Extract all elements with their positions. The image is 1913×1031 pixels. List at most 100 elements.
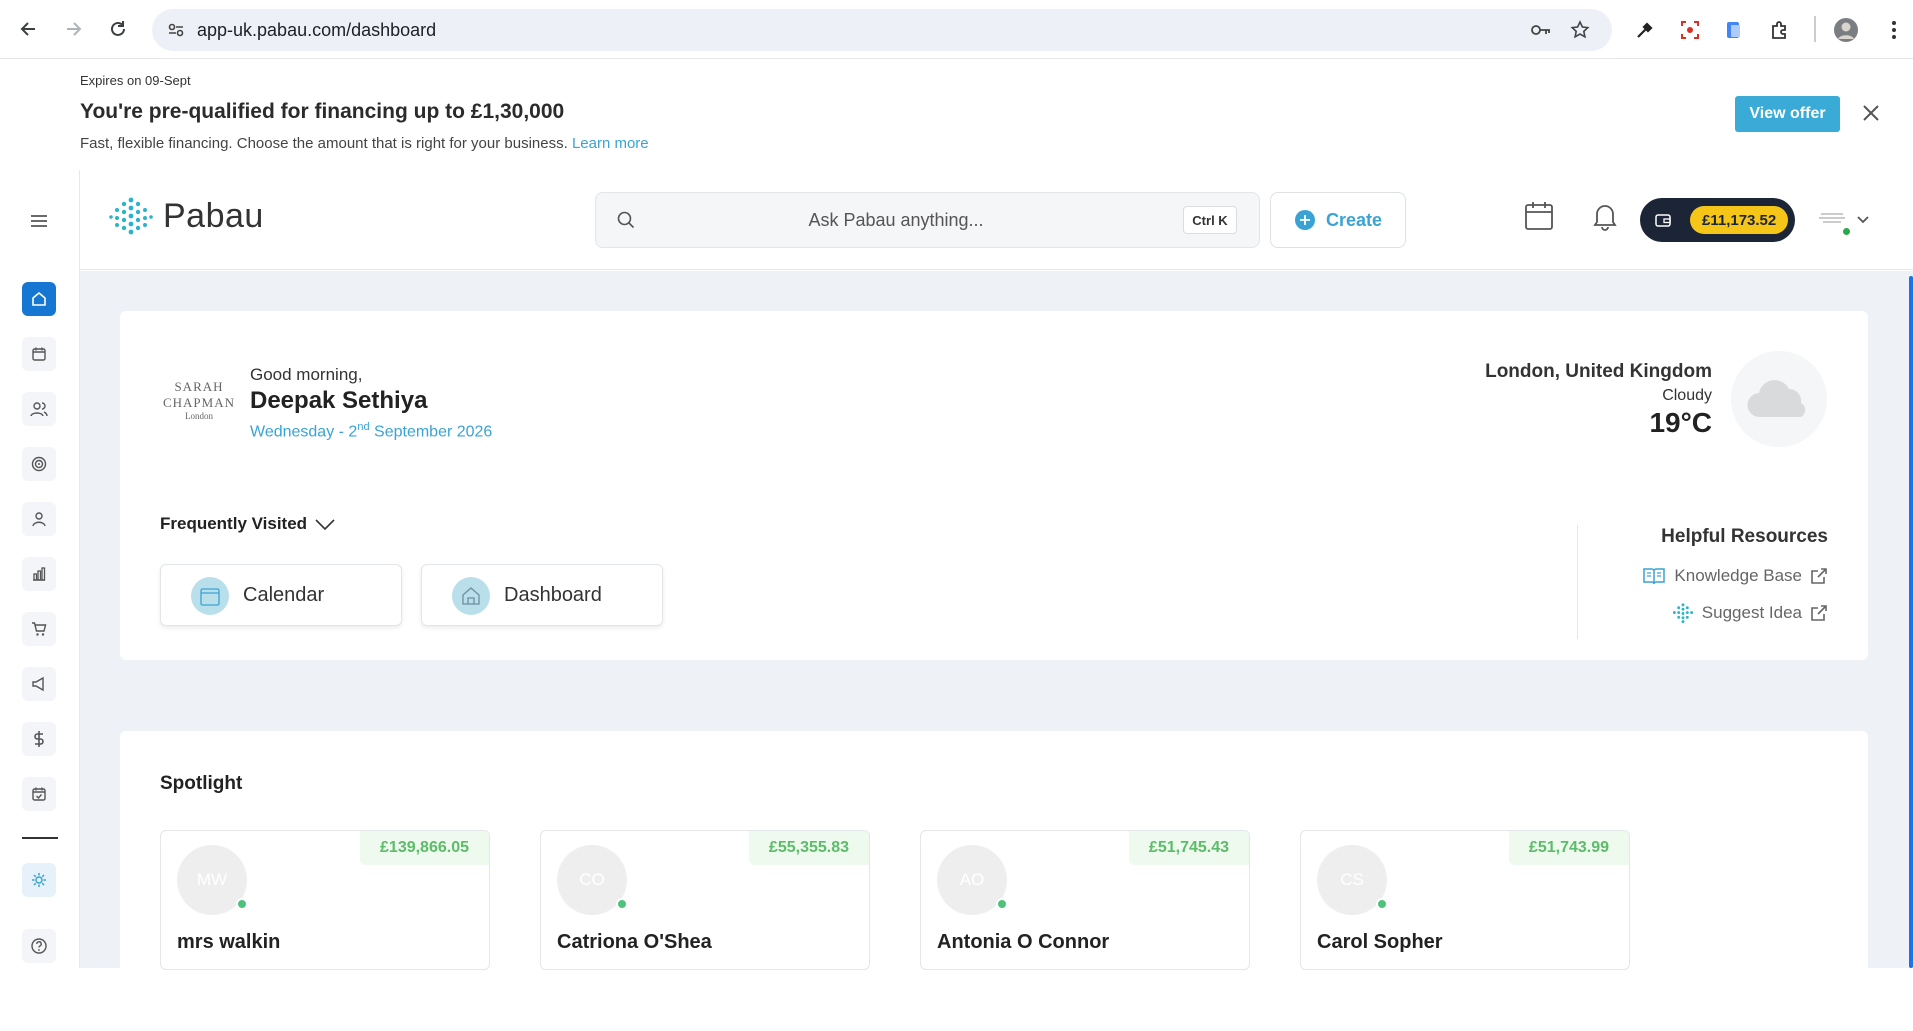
welcome-card: SARAH CHAPMAN London Good morning, Deepa…	[120, 311, 1868, 660]
sidebar-item-finance[interactable]	[22, 722, 56, 756]
forward-icon[interactable]	[58, 14, 88, 44]
pabau-logo-icon	[1672, 603, 1693, 624]
chevron-down-icon[interactable]	[1856, 212, 1870, 230]
sidebar-item-marketing[interactable]	[22, 667, 56, 701]
online-status-dot	[1376, 898, 1388, 910]
current-date: Wednesday - 2nd September 2026	[250, 421, 493, 441]
client-spend-badge: £55,355.83	[748, 831, 869, 865]
sidebar-nav	[0, 170, 80, 968]
sidebar-item-bookings[interactable]	[22, 777, 56, 811]
reload-icon[interactable]	[103, 14, 133, 44]
dollar-icon	[34, 731, 44, 747]
search-shortcut-badge: Ctrl K	[1183, 206, 1237, 234]
profile-avatar-icon[interactable]	[1833, 17, 1859, 43]
site-settings-icon[interactable]	[166, 20, 186, 40]
sidebar-item-home[interactable]	[22, 282, 56, 316]
spotlight-client-card[interactable]: £139,866.05 MW mrs walkin	[160, 830, 490, 970]
spotlight-client-card[interactable]: £55,355.83 CO Catriona O'Shea	[540, 830, 870, 970]
weather-condition: Cloudy	[1662, 387, 1712, 404]
search-icon	[616, 210, 636, 235]
user-icon	[32, 512, 46, 527]
password-key-icon[interactable]	[1530, 20, 1550, 40]
global-search[interactable]: Ctrl K	[595, 192, 1260, 248]
suggest-idea-link[interactable]: Suggest Idea	[1672, 602, 1828, 624]
spotlight-client-card[interactable]: £51,743.99 CS Carol Sopher	[1300, 830, 1630, 970]
screen-capture-icon[interactable]	[1677, 17, 1703, 43]
home-icon	[452, 577, 490, 615]
sidebar-item-calendar[interactable]	[22, 337, 56, 371]
learn-more-link[interactable]: Learn more	[572, 135, 649, 152]
weather-temperature: 19°C	[1649, 407, 1712, 438]
cart-icon	[32, 622, 47, 636]
sidebar-item-store[interactable]	[22, 612, 56, 646]
offer-expiry: Expires on 09-Sept	[80, 73, 191, 88]
client-name: Antonia O Connor	[937, 931, 1110, 953]
frequently-visited-dashboard[interactable]: Dashboard	[421, 564, 663, 626]
client-spend-badge: £139,866.05	[360, 831, 489, 865]
create-label: Create	[1325, 209, 1383, 230]
home-icon	[32, 291, 46, 306]
business-avatar[interactable]	[1813, 200, 1852, 238]
frequently-visited-title: Frequently Visited	[160, 514, 308, 533]
target-icon	[31, 456, 47, 472]
clients-icon	[30, 402, 48, 417]
sidebar-item-leads[interactable]	[22, 447, 56, 481]
page-scrollbar[interactable]	[1909, 276, 1913, 968]
client-spend-badge: £51,743.99	[1508, 831, 1629, 865]
greeting-salutation: Good morning,	[250, 365, 363, 384]
calendar-icon	[32, 347, 46, 361]
back-icon[interactable]	[14, 14, 44, 44]
app-header: Pabau Ctrl K Create £11,173.52	[80, 170, 1913, 270]
sidebar-item-clients[interactable]	[22, 392, 56, 426]
cloud-icon	[1731, 351, 1827, 447]
translate-extension-icon[interactable]	[1721, 17, 1747, 43]
sidebar-item-help[interactable]	[22, 929, 56, 963]
book-icon	[1643, 568, 1666, 585]
frequently-visited-label: Calendar	[243, 584, 325, 606]
calendar-shortcut-icon[interactable]	[1524, 200, 1554, 237]
online-status-dot	[1841, 226, 1852, 237]
knowledge-base-link[interactable]: Knowledge Base	[1642, 566, 1828, 586]
resources-divider	[1577, 525, 1578, 639]
user-name: Deepak Sethiya	[250, 387, 428, 414]
bookmark-star-icon[interactable]	[1570, 20, 1590, 40]
spotlight-client-card[interactable]: £51,745.43 AO Antonia O Connor	[920, 830, 1250, 970]
create-button[interactable]: Create	[1270, 192, 1406, 248]
notifications-bell-icon[interactable]	[1592, 201, 1618, 236]
external-link-icon	[1811, 605, 1827, 621]
url-text: app-uk.pabau.com/dashboard	[197, 20, 437, 40]
calendar-icon	[191, 577, 229, 615]
sidebar-divider	[22, 837, 58, 839]
plus-circle-icon	[1294, 210, 1315, 230]
wallet-amount: £11,173.52	[1690, 206, 1789, 234]
browser-menu-icon[interactable]	[1881, 17, 1907, 43]
logo-text[interactable]: Pabau	[163, 197, 264, 236]
hamburger-menu-icon[interactable]	[28, 212, 50, 235]
business-logo: SARAH CHAPMAN London	[162, 379, 235, 421]
client-name: Carol Sopher	[1317, 931, 1443, 953]
client-spend-badge: £51,745.43	[1128, 831, 1249, 865]
online-status-dot	[996, 898, 1008, 910]
chevron-down-icon[interactable]	[314, 518, 336, 537]
dashboard-main: SARAH CHAPMAN London Good morning, Deepa…	[80, 271, 1913, 1031]
search-input[interactable]	[646, 203, 1146, 237]
help-icon	[31, 938, 47, 954]
helpful-resources-title: Helpful Resources	[1661, 526, 1828, 547]
close-banner-icon[interactable]	[1858, 100, 1884, 126]
weather-location: London, United Kingdom	[1485, 361, 1712, 382]
eyedropper-icon[interactable]	[1632, 17, 1658, 43]
view-offer-button[interactable]: View offer	[1735, 96, 1840, 132]
toolbar-divider	[1814, 16, 1816, 42]
frequently-visited-calendar[interactable]: Calendar	[160, 564, 402, 626]
address-bar[interactable]: app-uk.pabau.com/dashboard	[152, 9, 1612, 51]
sidebar-item-staff[interactable]	[22, 502, 56, 536]
sidebar-item-reports[interactable]	[22, 557, 56, 591]
wallet-balance-button[interactable]: £11,173.52	[1640, 198, 1795, 242]
pabau-logo-icon[interactable]	[108, 194, 154, 245]
frequently-visited-label: Dashboard	[504, 584, 602, 606]
sidebar-item-setup[interactable]	[22, 863, 56, 897]
extensions-puzzle-icon[interactable]	[1766, 17, 1792, 43]
financing-banner: Expires on 09-Sept You're pre-qualified …	[0, 60, 1913, 170]
offer-description: Fast, flexible financing. Choose the amo…	[80, 135, 568, 152]
client-name: Catriona O'Shea	[557, 931, 712, 953]
